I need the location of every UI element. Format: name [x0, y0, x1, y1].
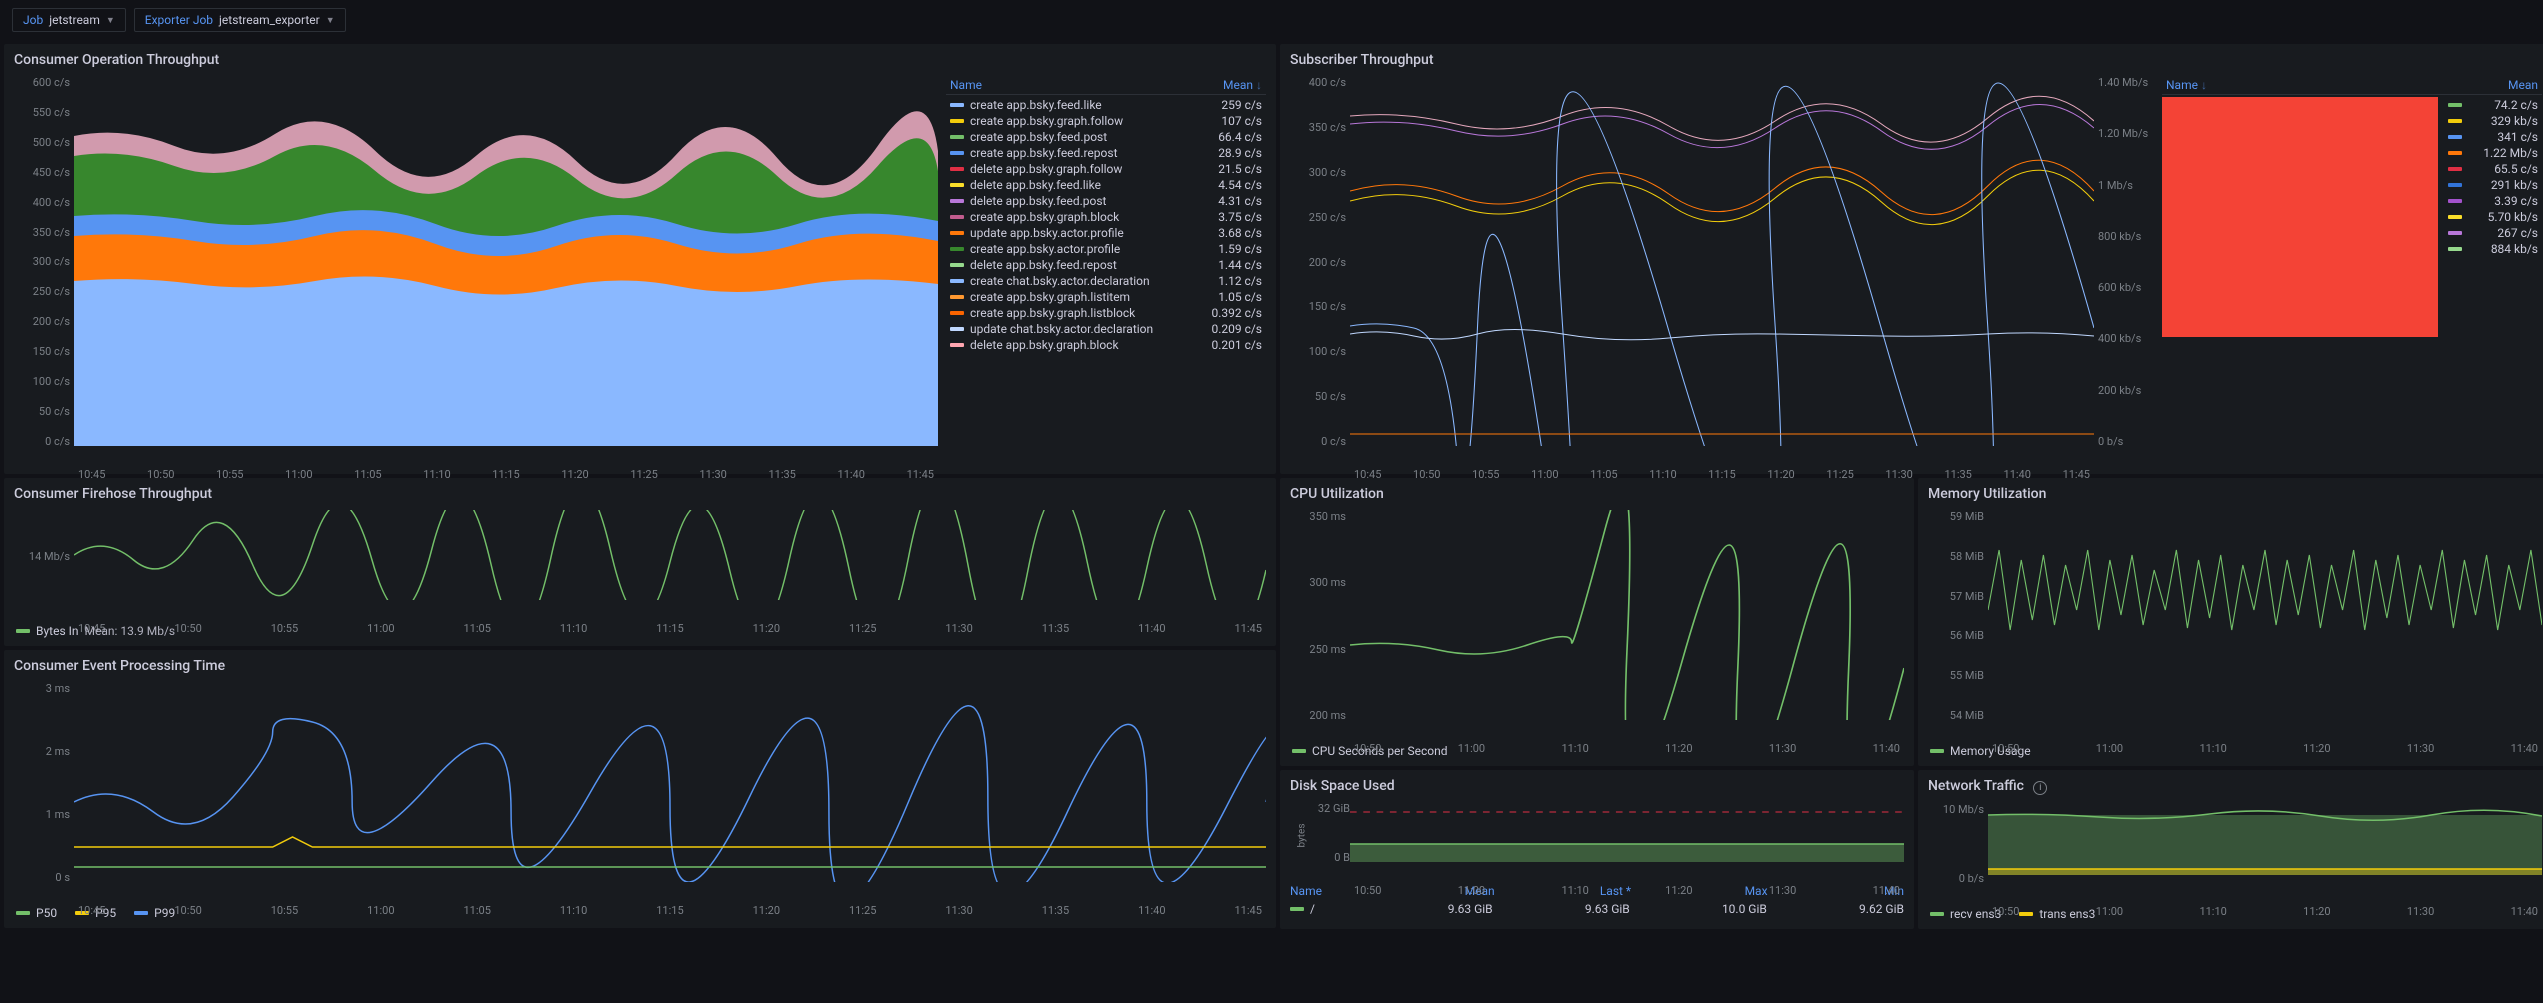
- legend-item[interactable]: delete app.bsky.graph.follow21.5 c/s: [946, 161, 1266, 177]
- legend-item[interactable]: create app.bsky.graph.listblock0.392 c/s: [946, 305, 1266, 321]
- legend-item[interactable]: update chat.bsky.actor.declaration0.209 …: [946, 321, 1266, 337]
- panel-consumer-operation-throughput[interactable]: Consumer Operation Throughput 600 c/s550…: [4, 44, 1276, 474]
- legend-item[interactable]: create app.bsky.graph.block3.75 c/s: [946, 209, 1266, 225]
- y-axis: 32 GiB0 B: [1290, 802, 1350, 864]
- panel-title: Consumer Operation Throughput: [14, 52, 1266, 68]
- exporter-value: jetstream_exporter: [219, 13, 320, 27]
- chart[interactable]: 59 MiB58 MiB57 MiB56 MiB55 MiB54 MiB 10:…: [1928, 510, 2542, 740]
- panel-title: Disk Space Used: [1290, 778, 1904, 794]
- legend-item[interactable]: update app.bsky.actor.profile3.68 c/s: [946, 225, 1266, 241]
- legend-item[interactable]: 329 kb/s: [2444, 113, 2542, 129]
- chart[interactable]: 350 ms300 ms250 ms200 ms 10:5011:0011:10…: [1290, 510, 1904, 740]
- x-axis: 10:5011:0011:1011:2011:3011:40: [1350, 740, 1904, 755]
- panel-cpu-utilization[interactable]: CPU Utilization 350 ms300 ms250 ms200 ms…: [1280, 478, 1914, 766]
- y-axis: 59 MiB58 MiB57 MiB56 MiB55 MiB54 MiB: [1928, 510, 1984, 722]
- y-axis: 350 ms300 ms250 ms200 ms: [1290, 510, 1346, 722]
- chart[interactable]: 14 Mb/s 10:4510:5010:5511:0011:0511:1011…: [14, 510, 1266, 620]
- x-axis: 10:5011:0011:1011:2011:3011:40: [1988, 740, 2542, 755]
- legend-item[interactable]: create app.bsky.graph.listitem1.05 c/s: [946, 289, 1266, 305]
- legend-item[interactable]: Bytes In Mean: 13.9 Mb/s: [16, 624, 175, 638]
- chart[interactable]: 10 Mb/s0 b/s 10:5011:0011:1011:2011:3011…: [1928, 803, 2542, 903]
- y-axis: 14 Mb/s: [14, 510, 70, 602]
- job-value: jetstream: [49, 13, 100, 27]
- y-axis: 3 ms2 ms1 ms0 s: [14, 682, 70, 884]
- panel-title: Consumer Event Processing Time: [14, 658, 1266, 674]
- exporter-label: Exporter Job: [145, 13, 213, 27]
- legend-header-mean[interactable]: Mean: [2508, 78, 2538, 92]
- legend-item[interactable]: 5.70 kb/s: [2444, 209, 2542, 225]
- chevron-down-icon: ▼: [106, 15, 115, 26]
- legend-item[interactable]: delete app.bsky.feed.post4.31 c/s: [946, 193, 1266, 209]
- panel-title: Consumer Firehose Throughput: [14, 486, 1266, 502]
- legend-item[interactable]: delete app.bsky.feed.repost1.44 c/s: [946, 257, 1266, 273]
- legend-header-mean[interactable]: Mean ↓: [1223, 78, 1262, 92]
- legend-item[interactable]: 1.22 Mb/s: [2444, 145, 2542, 161]
- legend-item[interactable]: delete app.bsky.feed.like4.54 c/s: [946, 177, 1266, 193]
- legend-item-p50[interactable]: P50: [16, 906, 57, 920]
- x-axis: 10:4510:5010:5511:0011:0511:1011:1511:20…: [74, 620, 1266, 635]
- panel-title: Memory Utilization: [1928, 486, 2542, 502]
- x-axis: 10:4510:5010:5511:0011:0511:1011:1511:20…: [1350, 466, 2094, 481]
- y-axis-right: 1.40 Mb/s1.20 Mb/s1 Mb/s800 kb/s600 kb/s…: [2098, 76, 2154, 448]
- y-axis: 10 Mb/s0 b/s: [1928, 803, 1984, 885]
- legend: Name ↓ Mean 74.2 c/s329 kb/s341 c/s1.22 …: [2162, 76, 2542, 466]
- chart[interactable]: 3 ms2 ms1 ms0 s 10:4510:5010:5511:0011:0…: [14, 682, 1266, 902]
- legend-item[interactable]: 341 c/s: [2444, 129, 2542, 145]
- chart[interactable]: 400 c/s350 c/s300 c/s250 c/s200 c/s150 c…: [1290, 76, 2154, 466]
- legend-item[interactable]: 884 kb/s: [2444, 241, 2542, 257]
- info-icon[interactable]: i: [2033, 781, 2047, 795]
- legend-item[interactable]: 65.5 c/s: [2444, 161, 2542, 177]
- chevron-down-icon: ▼: [326, 15, 335, 26]
- y-axis: 600 c/s550 c/s500 c/s450 c/s400 c/s350 c…: [14, 76, 70, 448]
- panel-network-traffic[interactable]: Network Traffic i 10 Mb/s0 b/s 10:5011:0…: [1918, 770, 2543, 929]
- panel-consumer-event-processing-time[interactable]: Consumer Event Processing Time 3 ms2 ms1…: [4, 650, 1276, 928]
- legend-item[interactable]: 74.2 c/s: [2444, 97, 2542, 113]
- redacted-region: [2162, 97, 2438, 337]
- legend-item[interactable]: 267 c/s: [2444, 225, 2542, 241]
- legend-item[interactable]: 291 kb/s: [2444, 177, 2542, 193]
- legend-item[interactable]: 3.39 c/s: [2444, 193, 2542, 209]
- legend-item[interactable]: create app.bsky.actor.profile1.59 c/s: [946, 241, 1266, 257]
- x-axis: 10:4510:5010:5511:0011:0511:1011:1511:20…: [74, 466, 938, 481]
- panel-title: Subscriber Throughput: [1290, 52, 2542, 68]
- job-label: Job: [23, 13, 43, 27]
- exporter-job-selector[interactable]: Exporter Job jetstream_exporter ▼: [134, 8, 346, 32]
- panel-title: Network Traffic i: [1928, 778, 2542, 795]
- panel-memory-utilization[interactable]: Memory Utilization 59 MiB58 MiB57 MiB56 …: [1918, 478, 2543, 766]
- panel-subscriber-throughput[interactable]: Subscriber Throughput 400 c/s350 c/s300 …: [1280, 44, 2543, 474]
- legend-item[interactable]: delete app.bsky.graph.block0.201 c/s: [946, 337, 1266, 353]
- variable-toolbar: Job jetstream ▼ Exporter Job jetstream_e…: [4, 4, 2539, 36]
- panel-title: CPU Utilization: [1290, 486, 1904, 502]
- chart[interactable]: bytes 32 GiB0 B 10:5011:0011:1011:2011:3…: [1290, 802, 1904, 882]
- legend-header-name[interactable]: Name: [950, 78, 982, 92]
- x-axis: 10:5011:0011:1011:2011:3011:40: [1988, 903, 2542, 918]
- legend-item[interactable]: create app.bsky.feed.repost28.9 c/s: [946, 145, 1266, 161]
- x-axis: 10:5011:0011:1011:2011:3011:40: [1350, 882, 1904, 897]
- col-name[interactable]: Name: [1290, 884, 1358, 898]
- legend-item[interactable]: create app.bsky.graph.follow107 c/s: [946, 113, 1266, 129]
- table-row[interactable]: / 9.63 GiB 9.63 GiB 10.0 GiB 9.62 GiB: [1290, 900, 1904, 918]
- job-selector[interactable]: Job jetstream ▼: [12, 8, 126, 32]
- x-axis: 10:4510:5010:5511:0011:0511:1011:1511:20…: [74, 902, 1266, 917]
- panel-disk-space-used[interactable]: Disk Space Used bytes 32 GiB0 B 10:5011:…: [1280, 770, 1914, 929]
- legend-header-name[interactable]: Name ↓: [2166, 78, 2207, 92]
- legend: Name Mean ↓ create app.bsky.feed.like259…: [946, 76, 1266, 466]
- legend-item[interactable]: create app.bsky.feed.post66.4 c/s: [946, 129, 1266, 145]
- legend-item[interactable]: create chat.bsky.actor.declaration1.12 c…: [946, 273, 1266, 289]
- legend-item[interactable]: create app.bsky.feed.like259 c/s: [946, 97, 1266, 113]
- panel-consumer-firehose-throughput[interactable]: Consumer Firehose Throughput 14 Mb/s 10:…: [4, 478, 1276, 646]
- chart[interactable]: 600 c/s550 c/s500 c/s450 c/s400 c/s350 c…: [14, 76, 938, 466]
- y-axis-left: 400 c/s350 c/s300 c/s250 c/s200 c/s150 c…: [1290, 76, 1346, 448]
